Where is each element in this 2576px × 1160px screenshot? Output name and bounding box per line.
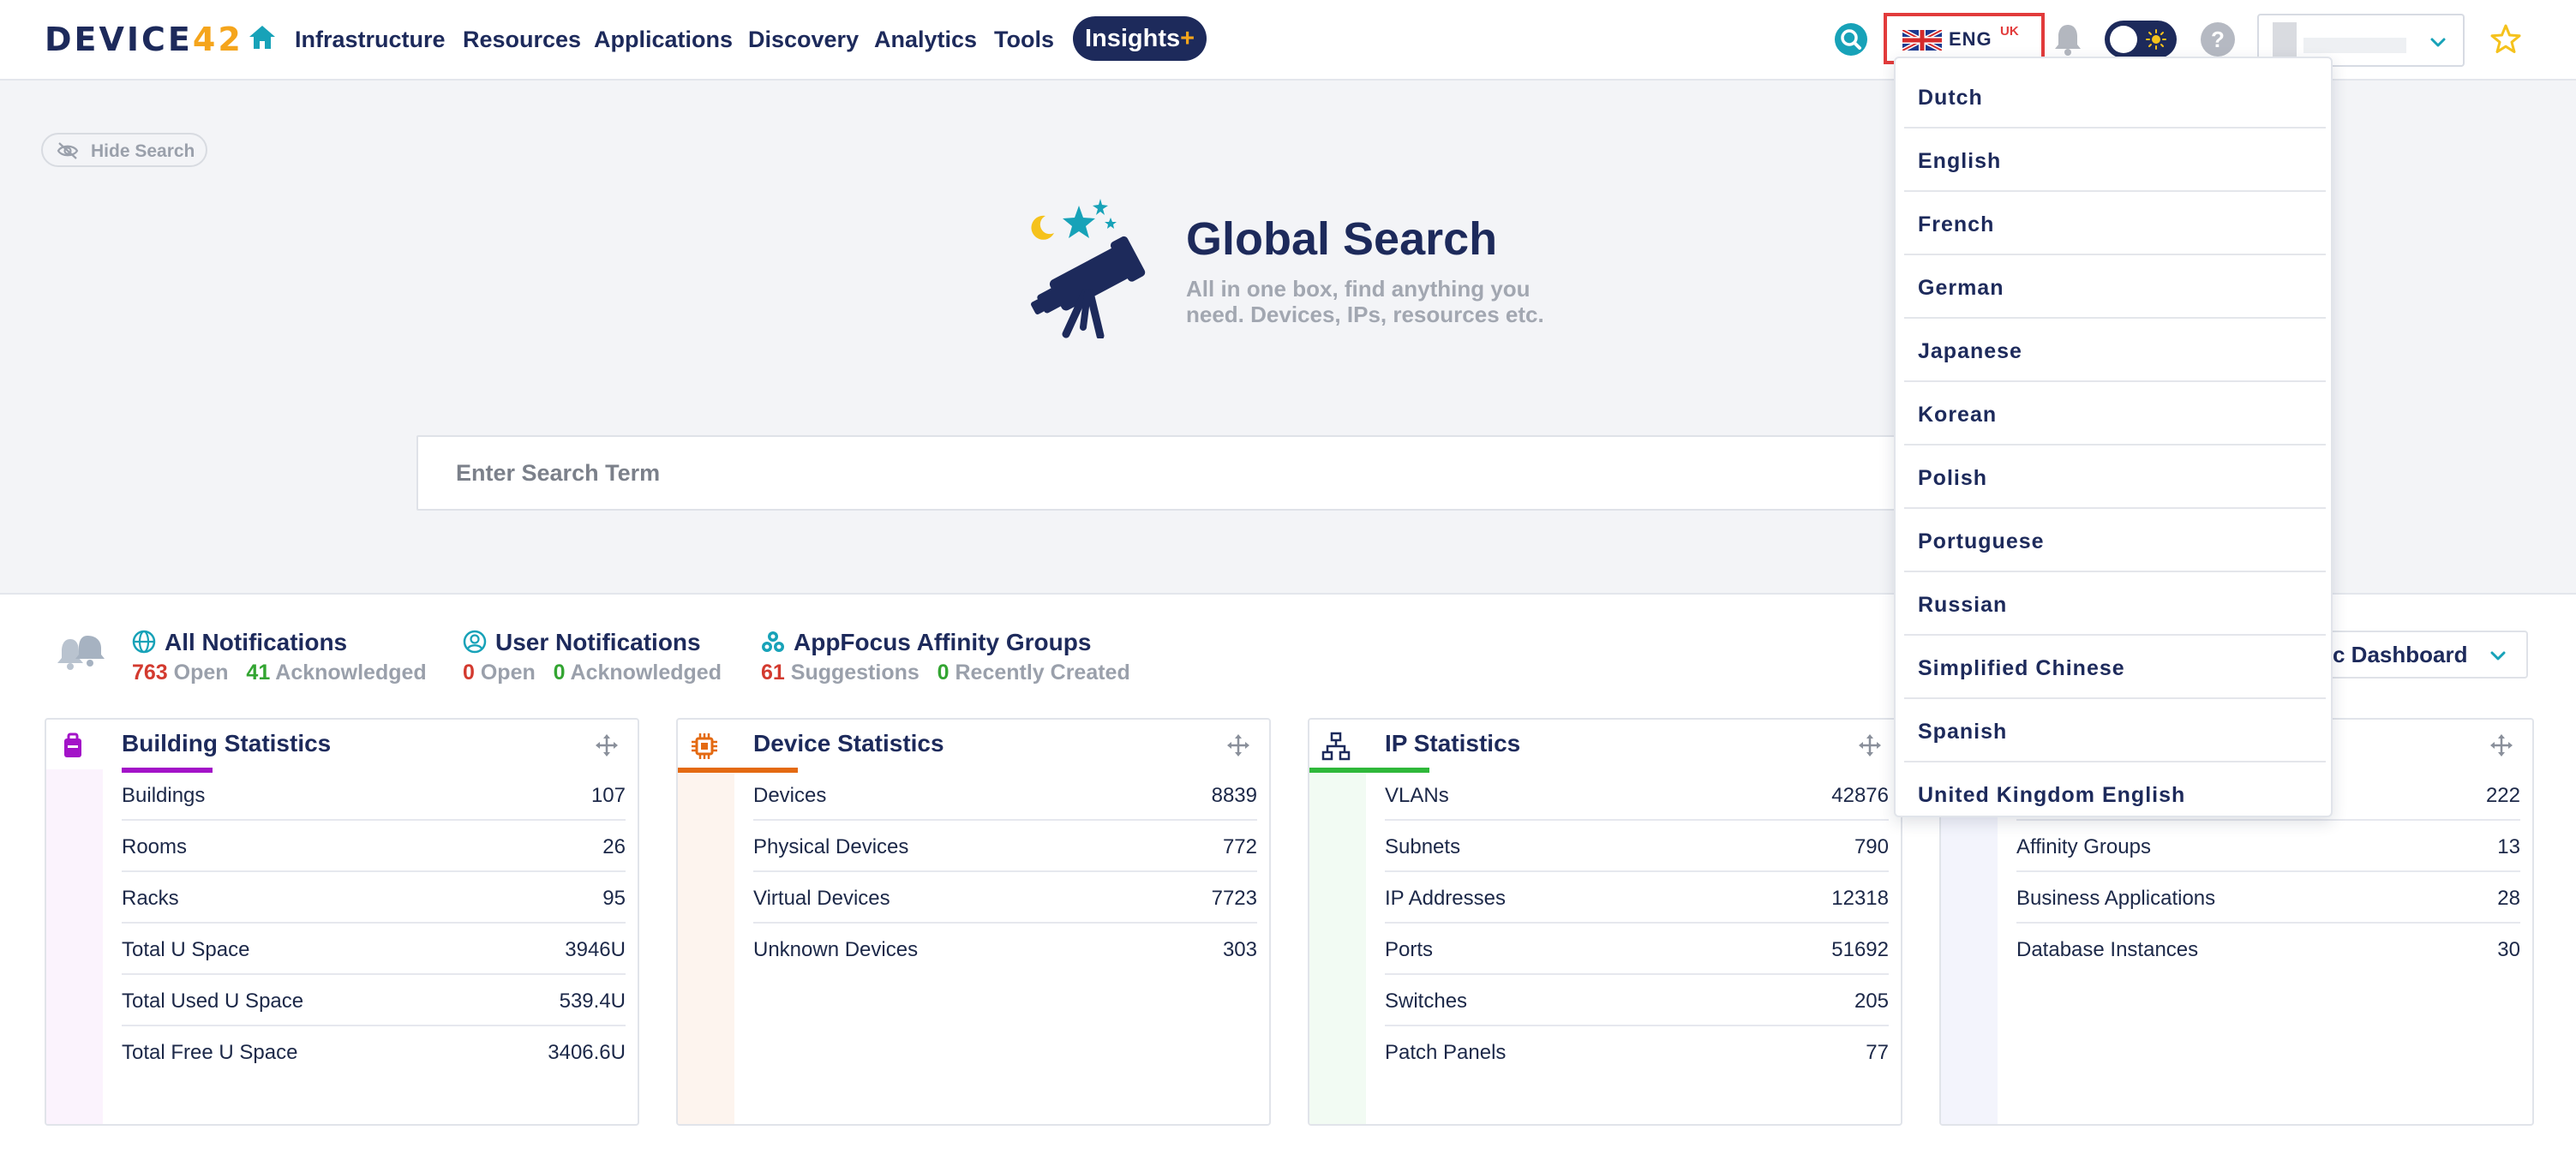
move-handle-icon[interactable] xyxy=(1858,733,1882,757)
language-option-french[interactable]: French xyxy=(1904,192,2326,255)
language-option-korean[interactable]: Korean xyxy=(1904,382,2326,445)
user-name-redacted xyxy=(2303,38,2406,53)
telescope-illustration xyxy=(1031,199,1146,338)
affinity-suggestions-count: 61 xyxy=(761,661,785,685)
card-rail xyxy=(1309,769,1366,1124)
affinity-recent-count: 0 xyxy=(937,661,950,685)
theme-toggle[interactable] xyxy=(2105,21,2177,58)
user-circle-icon xyxy=(463,630,487,654)
home-icon[interactable] xyxy=(247,22,278,53)
language-option-english[interactable]: English xyxy=(1904,129,2326,192)
stat-row[interactable]: Racks 95 xyxy=(122,872,626,924)
stat-row[interactable]: Physical Devices 772 xyxy=(753,821,1257,872)
ip-statistics-card: IP Statistics VLANs 42876 Subnets 790 IP A… xyxy=(1308,718,1902,1126)
all-ack-count: 41 xyxy=(246,661,271,685)
stat-row[interactable]: Unknown Devices 303 xyxy=(753,924,1257,975)
affinity-groups-icon xyxy=(762,631,784,652)
global-search-subtitle: All in one box, find anything you need. … xyxy=(1186,276,1544,327)
stat-row[interactable]: IP Addresses 12318 xyxy=(1385,872,1889,924)
card-title: Building Statistics xyxy=(122,730,332,756)
global-search-title: Global Search xyxy=(1186,213,1498,265)
stat-row[interactable]: Devices 8839 xyxy=(753,769,1257,821)
user-notifications[interactable]: User Notifications 0 Open 0 Acknowledged xyxy=(463,627,722,687)
card-rail xyxy=(46,769,103,1124)
nav-tools[interactable]: Tools xyxy=(994,22,1054,57)
notifications-bell-icon xyxy=(57,636,105,670)
language-option-german[interactable]: German xyxy=(1904,255,2326,319)
language-option-russian[interactable]: Russian xyxy=(1904,572,2326,636)
network-icon xyxy=(1321,732,1351,761)
stat-row[interactable]: Total U Space 3946U xyxy=(122,924,626,975)
nav-discovery[interactable]: Discovery xyxy=(748,22,859,57)
building-icon xyxy=(64,732,81,757)
sun-icon xyxy=(2146,29,2166,50)
all-open-count: 763 xyxy=(132,661,168,685)
chevron-down-icon xyxy=(2490,651,2506,661)
uk-flag-icon xyxy=(1902,30,1942,51)
stat-row[interactable]: Affinity Groups 13 xyxy=(2016,821,2520,872)
move-handle-icon[interactable] xyxy=(2489,733,2513,757)
chevron-down-icon xyxy=(2430,38,2446,47)
language-option-simplified-chinese[interactable]: Simplified Chinese xyxy=(1904,636,2326,699)
toggle-knob xyxy=(2110,26,2137,53)
help-icon[interactable]: ? xyxy=(2201,22,2235,57)
chip-icon xyxy=(692,733,717,759)
stat-row[interactable]: Database Instances 30 xyxy=(2016,924,2520,975)
eye-slash-icon xyxy=(57,142,79,159)
language-region: UK xyxy=(2000,24,2019,39)
user-open-count: 0 xyxy=(463,661,475,685)
all-notifications[interactable]: All Notifications 763 Open 41 Acknowledg… xyxy=(132,627,427,687)
language-option-polish[interactable]: Polish xyxy=(1904,445,2326,509)
favorite-star-icon[interactable] xyxy=(2489,22,2523,57)
dashboard-select[interactable]: c Dashboard xyxy=(2314,631,2528,679)
device42-logo[interactable]: DEVICE42 xyxy=(45,21,243,58)
nav-applications[interactable]: Applications xyxy=(594,22,733,57)
stat-row[interactable]: Patch Panels 77 xyxy=(1385,1026,1889,1078)
language-option-japanese[interactable]: Japanese xyxy=(1904,319,2326,382)
stat-row[interactable]: Total Used U Space 539.4U xyxy=(122,975,626,1026)
move-handle-icon[interactable] xyxy=(1226,733,1250,757)
stat-row[interactable]: Virtual Devices 7723 xyxy=(753,872,1257,924)
card-title: Device Statistics xyxy=(753,730,944,756)
stat-row[interactable]: Switches 205 xyxy=(1385,975,1889,1026)
card-rail xyxy=(678,769,734,1124)
language-option-portuguese[interactable]: Portuguese xyxy=(1904,509,2326,572)
stat-row[interactable]: Subnets 790 xyxy=(1385,821,1889,872)
building-statistics-card: Building Statistics Buildings 107 Rooms 26… xyxy=(45,718,639,1126)
insights-button[interactable]: Insights+ xyxy=(1073,16,1207,61)
stat-row[interactable]: Business Applications 28 xyxy=(2016,872,2520,924)
language-code: ENG xyxy=(1949,28,1992,50)
language-option-spanish[interactable]: Spanish xyxy=(1904,699,2326,762)
language-option-dutch[interactable]: Dutch xyxy=(1904,65,2326,129)
globe-icon xyxy=(132,630,156,654)
stat-row[interactable]: Buildings 107 xyxy=(122,769,626,821)
stat-row[interactable]: VLANs 42876 xyxy=(1385,769,1889,821)
hide-search-button[interactable]: Hide Search xyxy=(41,133,207,167)
nav-infrastructure[interactable]: Infrastructure xyxy=(295,22,446,57)
device-statistics-card: Device Statistics Devices 8839 Physical D… xyxy=(676,718,1271,1126)
language-dropdown-menu: Dutch English French German Japanese Kor… xyxy=(1894,57,2333,817)
move-handle-icon[interactable] xyxy=(595,733,619,757)
nav-resources[interactable]: Resources xyxy=(463,22,581,57)
user-ack-count: 0 xyxy=(553,661,566,685)
language-option-uk-english[interactable]: United Kingdom English xyxy=(1904,762,2326,826)
stat-row[interactable]: Total Free U Space 3406.6U xyxy=(122,1026,626,1078)
affinity-groups-summary[interactable]: AppFocus Affinity Groups 61 Suggestions … xyxy=(761,627,1130,687)
nav-analytics[interactable]: Analytics xyxy=(874,22,977,57)
search-input[interactable] xyxy=(416,435,1908,511)
card-title: IP Statistics xyxy=(1385,730,1521,756)
bell-icon[interactable] xyxy=(2052,21,2084,57)
search-icon[interactable] xyxy=(1834,22,1868,57)
stat-row[interactable]: Rooms 26 xyxy=(122,821,626,872)
stat-row[interactable]: Ports 51692 xyxy=(1385,924,1889,975)
